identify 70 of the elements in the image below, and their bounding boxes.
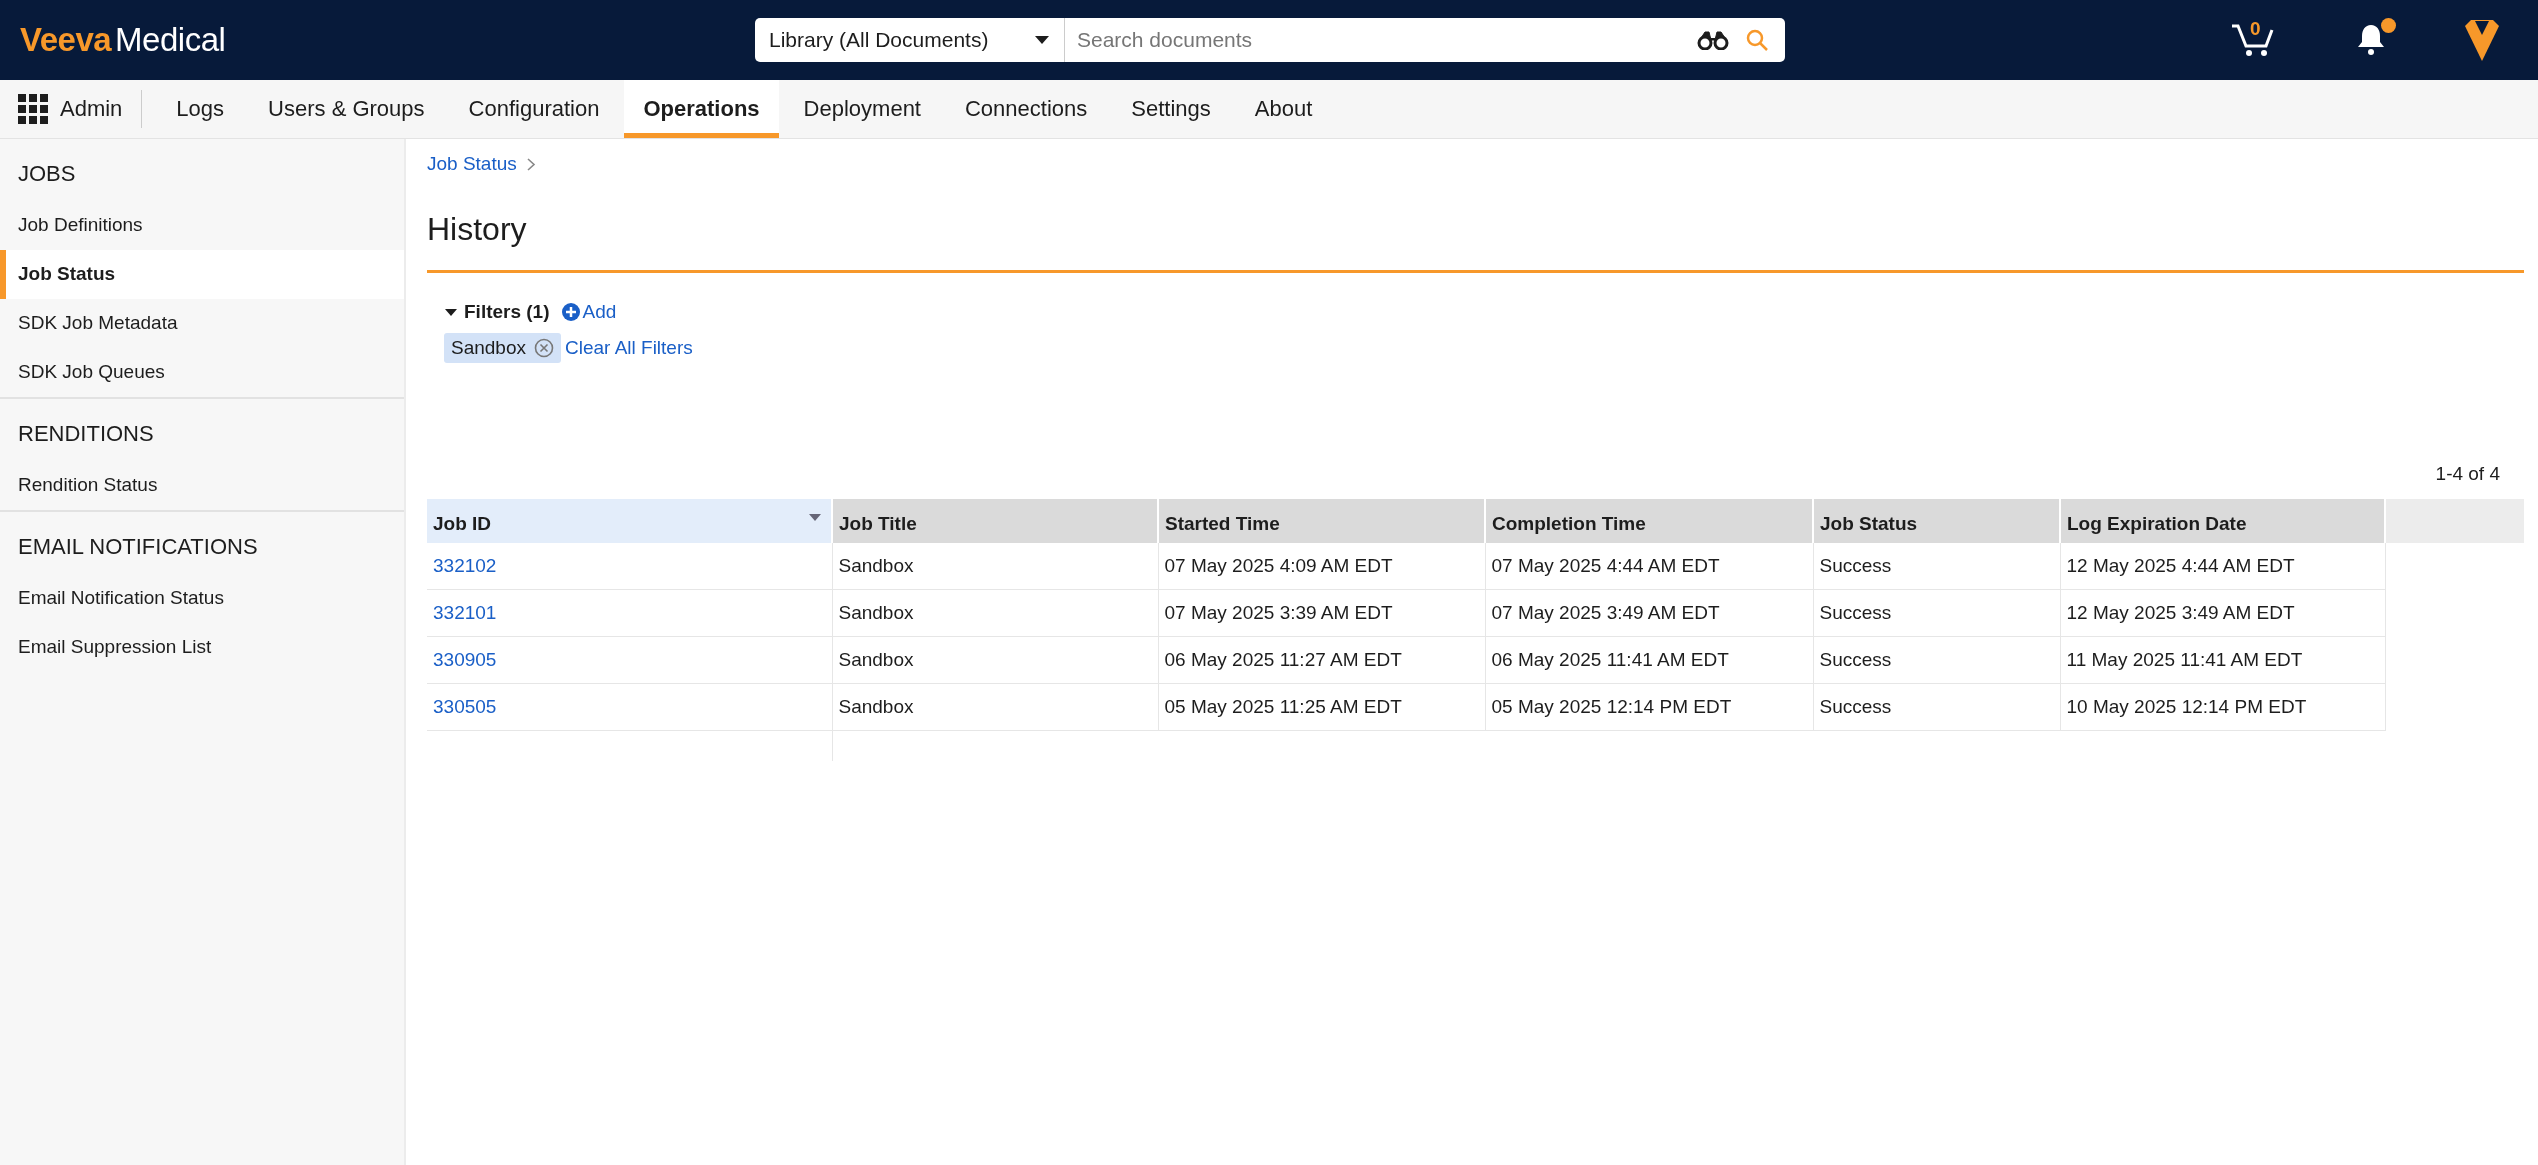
sidebar-item[interactable]: SDK Job Metadata [0, 299, 404, 348]
job-id-link[interactable]: 332102 [433, 555, 497, 576]
table-cell: Sandbox [832, 543, 1158, 590]
column-header[interactable]: Job ID [427, 499, 832, 543]
table-cell: Sandbox [832, 636, 1158, 684]
caret-icon [1034, 35, 1050, 45]
nav-tab[interactable]: Logs [157, 80, 244, 138]
table-cell: Success [1813, 636, 2060, 684]
nav-tab[interactable]: Settings [1112, 80, 1230, 138]
section-title: JOBS [17, 160, 77, 188]
table-cell: 05 May 2025 12:14 PM EDT [1485, 683, 1813, 731]
plus-circle-icon [561, 303, 580, 321]
section-title: EMAIL NOTIFICATIONS [17, 533, 259, 561]
page-title: History [427, 211, 2524, 273]
grid-icon [18, 94, 48, 124]
table-cell: 07 May 2025 4:09 AM EDT [1158, 543, 1485, 590]
search-icon [1745, 28, 1769, 52]
sidebar-item[interactable]: Job Definitions [0, 201, 404, 250]
table-cell: 05 May 2025 11:25 AM EDT [1158, 683, 1485, 731]
filters-toggle[interactable]: Filters (1) [444, 301, 550, 323]
table-cell: 12 May 2025 4:44 AM EDT [2060, 543, 2385, 590]
chevron-icon [526, 157, 536, 171]
caret-icon [444, 307, 458, 317]
nav-tab[interactable]: Deployment [784, 80, 940, 138]
column-header[interactable]: Job Title [832, 499, 1158, 543]
search-field[interactable]: Search documents [1065, 18, 1689, 62]
scope-dropdown[interactable]: Library (All Documents) [755, 18, 1065, 62]
table-cell: 06 May 2025 11:41 AM EDT [1485, 636, 1813, 684]
table-cell: 10 May 2025 12:14 PM EDT [2060, 683, 2385, 731]
app-menu-button[interactable]: Admin [18, 80, 143, 138]
table-cell: 06 May 2025 11:27 AM EDT [1158, 636, 1485, 684]
column-header[interactable]: Log Expiration Date [2060, 499, 2385, 543]
table-cell: Success [1813, 683, 2060, 731]
column-header[interactable]: Completion Time [1485, 499, 1813, 543]
logo: VeevaMedical [20, 21, 227, 59]
column-header[interactable]: Job Status [1813, 499, 2060, 543]
sidebar-item[interactable]: Email Suppression List [0, 623, 404, 672]
table-cell: Sandbox [832, 589, 1158, 637]
table-cell: 11 May 2025 11:41 AM EDT [2060, 636, 2385, 684]
clear-filters-link[interactable]: Clear All Filters [565, 337, 693, 359]
column-header[interactable]: Started Time [1158, 499, 1485, 543]
v-logo-icon [2464, 18, 2500, 62]
sidebar-item[interactable]: Job Status [0, 250, 404, 299]
filter-chip: Sandbox [444, 333, 561, 363]
nav-tab[interactable]: Connections [946, 80, 1107, 138]
table-cell: Sandbox [832, 683, 1158, 731]
pagination-count: 1-4 of 4 [2434, 463, 2500, 485]
table-cell: 07 May 2025 4:44 AM EDT [1485, 543, 1813, 590]
remove-filter-button[interactable] [534, 338, 554, 358]
job-id-link[interactable]: 330505 [433, 696, 497, 717]
sort-icon [809, 514, 821, 521]
nav-tab[interactable]: Configuration [449, 80, 619, 138]
job-id-link[interactable]: 330905 [433, 649, 497, 670]
table-cell: 07 May 2025 3:39 AM EDT [1158, 589, 1485, 637]
nav-tab[interactable]: Operations [624, 80, 779, 138]
sidebar-item[interactable]: Rendition Status [0, 461, 404, 510]
table-cell: 07 May 2025 3:49 AM EDT [1485, 589, 1813, 637]
binoculars-icon [1697, 30, 1729, 50]
table-cell: Success [1813, 543, 2060, 590]
nav-tab[interactable]: Users & Groups [249, 80, 444, 138]
sidebar-item[interactable]: SDK Job Queues [0, 348, 404, 397]
nav-tab[interactable]: About [1235, 80, 1332, 138]
table-cell: Success [1813, 589, 2060, 637]
table-cell: 12 May 2025 3:49 AM EDT [2060, 589, 2385, 637]
section-title: RENDITIONS [17, 420, 155, 448]
breadcrumb-link[interactable]: Job Status [427, 153, 517, 175]
sidebar-item[interactable]: Email Notification Status [0, 574, 404, 623]
close-icon [534, 338, 554, 358]
add-filter-link[interactable]: Add [561, 301, 617, 323]
job-id-link[interactable]: 332101 [433, 602, 497, 623]
